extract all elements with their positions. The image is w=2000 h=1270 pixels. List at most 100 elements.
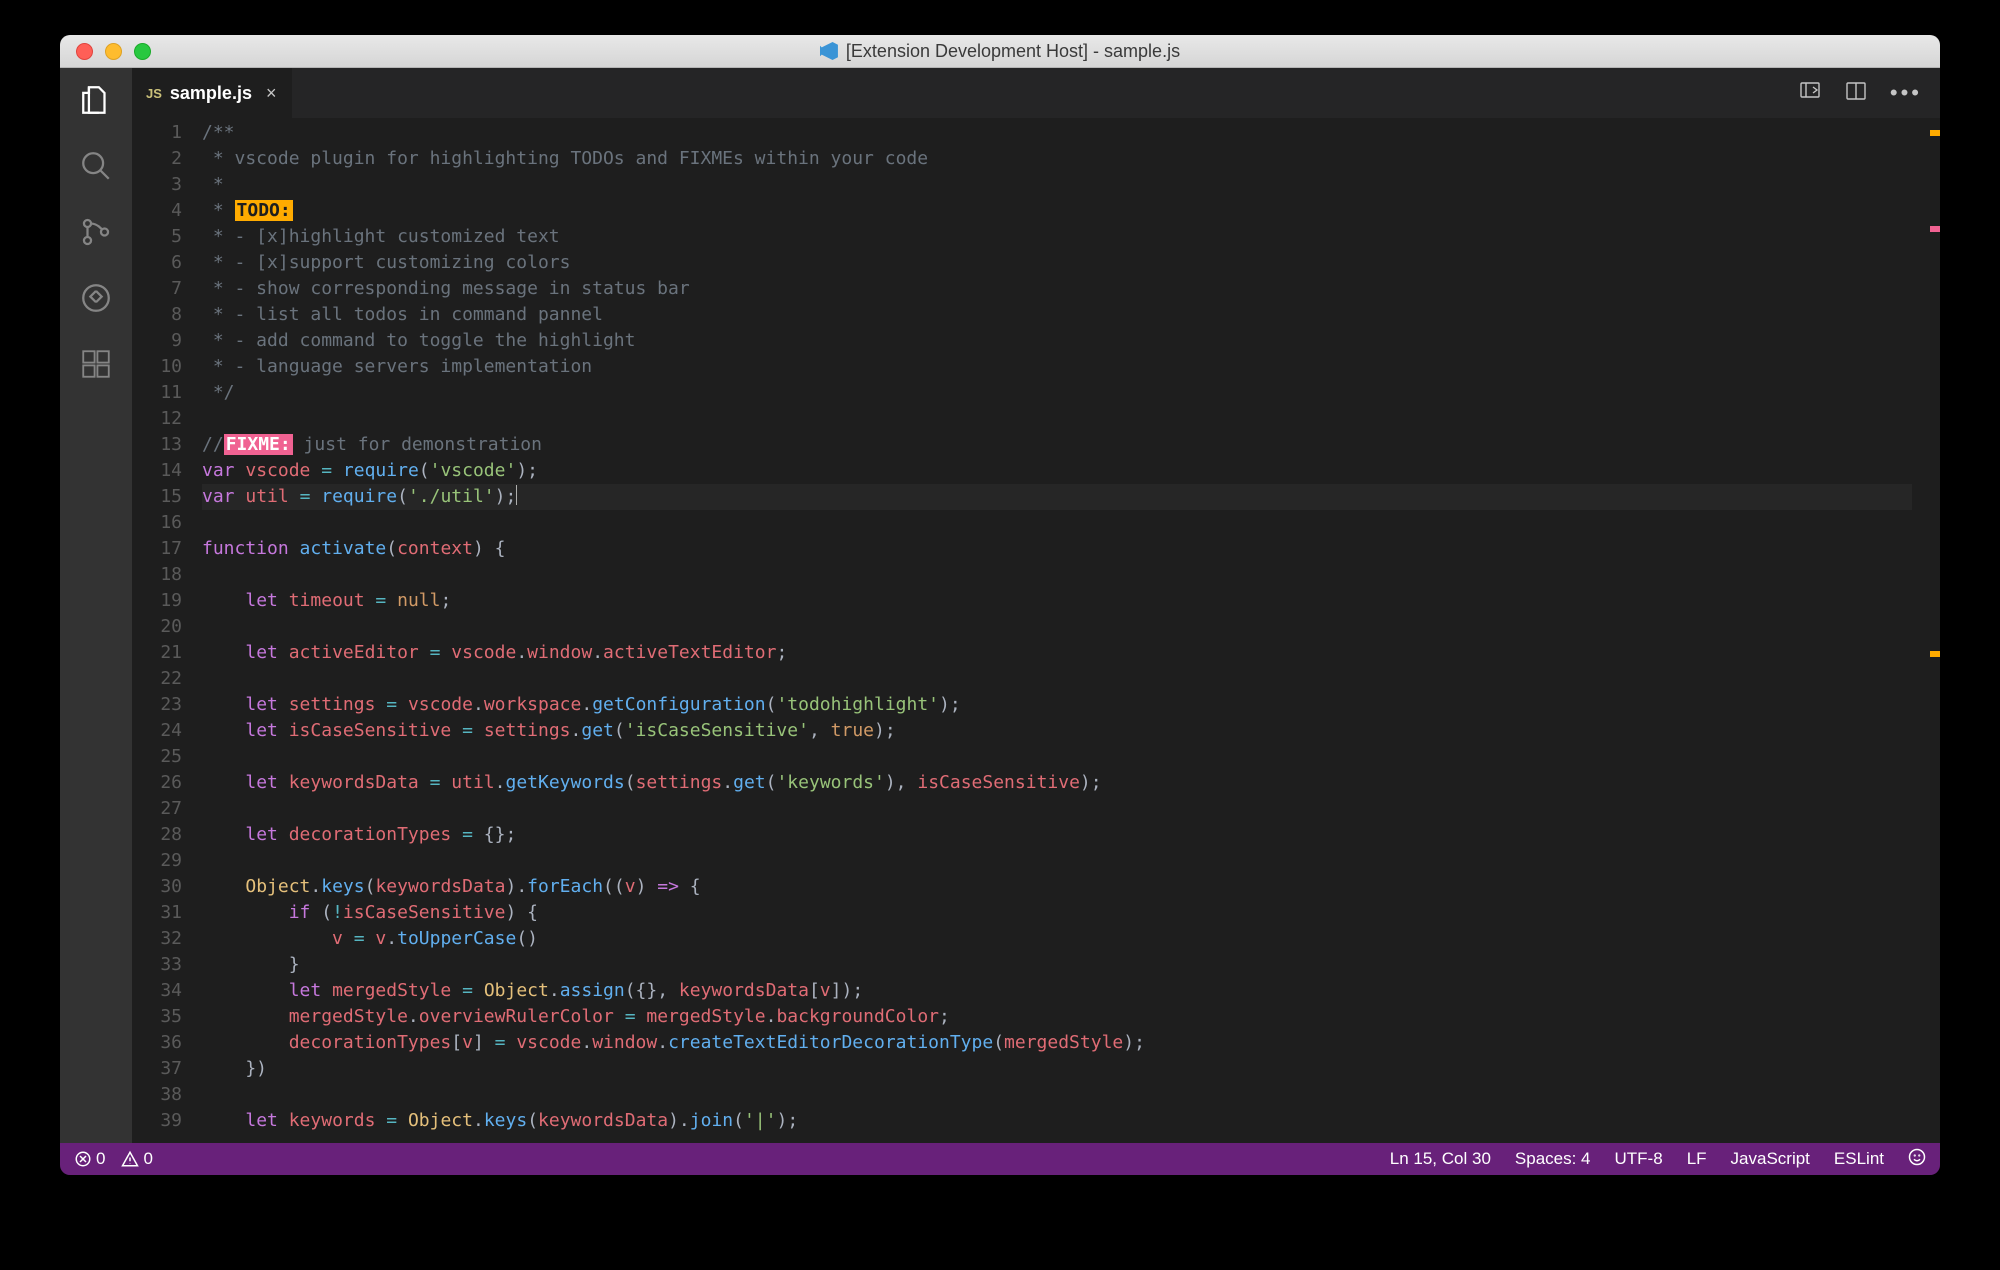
activity-bar bbox=[60, 68, 132, 1143]
code-line[interactable]: if (!isCaseSensitive) { bbox=[202, 900, 1926, 926]
line-number: 19 bbox=[132, 588, 182, 614]
code-line[interactable] bbox=[202, 1082, 1926, 1108]
code-line[interactable] bbox=[202, 848, 1926, 874]
line-number: 17 bbox=[132, 536, 182, 562]
split-editor-icon[interactable] bbox=[1844, 79, 1868, 108]
code-line[interactable]: * - [x]support customizing colors bbox=[202, 250, 1926, 276]
line-number: 4 bbox=[132, 198, 182, 224]
code-line[interactable]: //FIXME: just for demonstration bbox=[202, 432, 1926, 458]
code-line[interactable]: * - language servers implementation bbox=[202, 354, 1926, 380]
encoding[interactable]: UTF-8 bbox=[1615, 1149, 1663, 1169]
code-line[interactable]: let timeout = null; bbox=[202, 588, 1926, 614]
code-line[interactable]: let activeEditor = vscode.window.activeT… bbox=[202, 640, 1926, 666]
search-icon[interactable] bbox=[78, 148, 114, 184]
tab-sample-js[interactable]: JS sample.js × bbox=[132, 68, 293, 118]
titlebar: [Extension Development Host] - sample.js bbox=[60, 35, 1940, 68]
code-line[interactable]: Object.keys(keywordsData).forEach((v) =>… bbox=[202, 874, 1926, 900]
code-line[interactable]: mergedStyle.overviewRulerColor = mergedS… bbox=[202, 1004, 1926, 1030]
code-line[interactable] bbox=[202, 744, 1926, 770]
explorer-icon[interactable] bbox=[78, 82, 114, 118]
minimize-window-button[interactable] bbox=[105, 43, 122, 60]
close-tab-icon[interactable]: × bbox=[266, 83, 277, 104]
code-line[interactable]: */ bbox=[202, 380, 1926, 406]
window-controls bbox=[60, 43, 151, 60]
line-number: 31 bbox=[132, 900, 182, 926]
fixme-highlight: FIXME: bbox=[224, 434, 293, 455]
editor-actions: ••• bbox=[1798, 68, 1940, 118]
code-line[interactable]: * - show corresponding message in status… bbox=[202, 276, 1926, 302]
zoom-window-button[interactable] bbox=[134, 43, 151, 60]
code-line[interactable]: var vscode = require('vscode'); bbox=[202, 458, 1926, 484]
code-line[interactable]: * - add command to toggle the highlight bbox=[202, 328, 1926, 354]
indentation[interactable]: Spaces: 4 bbox=[1515, 1149, 1591, 1169]
line-number: 21 bbox=[132, 640, 182, 666]
line-number: 10 bbox=[132, 354, 182, 380]
line-number: 28 bbox=[132, 822, 182, 848]
text-cursor bbox=[516, 485, 517, 505]
debug-icon[interactable] bbox=[78, 280, 114, 316]
code-content[interactable]: /** * vscode plugin for highlighting TOD… bbox=[202, 118, 1926, 1143]
warnings-count: 0 bbox=[143, 1149, 152, 1169]
code-line[interactable] bbox=[202, 614, 1926, 640]
code-line[interactable]: let decorationTypes = {}; bbox=[202, 822, 1926, 848]
code-line[interactable]: v = v.toUpperCase() bbox=[202, 926, 1926, 952]
code-line[interactable]: * TODO: bbox=[202, 198, 1926, 224]
code-line[interactable]: let settings = vscode.workspace.getConfi… bbox=[202, 692, 1926, 718]
ruler-mark[interactable] bbox=[1930, 226, 1940, 232]
errors-badge[interactable]: 0 bbox=[74, 1149, 105, 1169]
line-number: 35 bbox=[132, 1004, 182, 1030]
extensions-icon[interactable] bbox=[78, 346, 114, 382]
code-line[interactable] bbox=[202, 796, 1926, 822]
code-line[interactable] bbox=[202, 510, 1926, 536]
code-line[interactable] bbox=[202, 562, 1926, 588]
code-editor[interactable]: 1234567891011121314151617181920212223242… bbox=[132, 118, 1940, 1143]
more-actions-icon[interactable]: ••• bbox=[1890, 80, 1922, 106]
code-line[interactable]: let mergedStyle = Object.assign({}, keyw… bbox=[202, 978, 1926, 1004]
warnings-badge[interactable]: 0 bbox=[121, 1149, 152, 1169]
line-number: 26 bbox=[132, 770, 182, 796]
line-number-gutter: 1234567891011121314151617181920212223242… bbox=[132, 118, 202, 1143]
line-number: 36 bbox=[132, 1030, 182, 1056]
code-line[interactable] bbox=[202, 406, 1926, 432]
line-number: 12 bbox=[132, 406, 182, 432]
line-number: 37 bbox=[132, 1056, 182, 1082]
code-line[interactable]: } bbox=[202, 952, 1926, 978]
main-area: JS sample.js × ••• 123456789101112131415… bbox=[60, 68, 1940, 1143]
close-window-button[interactable] bbox=[76, 43, 93, 60]
code-line[interactable]: let keywords = Object.keys(keywordsData)… bbox=[202, 1108, 1926, 1134]
code-line[interactable]: * - [x]highlight customized text bbox=[202, 224, 1926, 250]
status-bar: 0 0 Ln 15, Col 30 Spaces: 4 UTF-8 LF Jav… bbox=[60, 1143, 1940, 1175]
line-number: 32 bbox=[132, 926, 182, 952]
code-line[interactable]: * bbox=[202, 172, 1926, 198]
line-number: 34 bbox=[132, 978, 182, 1004]
errors-count: 0 bbox=[96, 1149, 105, 1169]
line-number: 30 bbox=[132, 874, 182, 900]
app-window: [Extension Development Host] - sample.js bbox=[60, 35, 1940, 1175]
line-number: 16 bbox=[132, 510, 182, 536]
js-file-icon: JS bbox=[146, 86, 162, 101]
line-number: 38 bbox=[132, 1082, 182, 1108]
feedback-icon[interactable] bbox=[1908, 1148, 1926, 1171]
line-number: 9 bbox=[132, 328, 182, 354]
code-line[interactable]: let keywordsData = util.getKeywords(sett… bbox=[202, 770, 1926, 796]
code-line[interactable]: /** bbox=[202, 120, 1926, 146]
overview-ruler[interactable] bbox=[1926, 118, 1940, 1143]
code-line[interactable]: }) bbox=[202, 1056, 1926, 1082]
code-line[interactable]: * vscode plugin for highlighting TODOs a… bbox=[202, 146, 1926, 172]
line-number: 24 bbox=[132, 718, 182, 744]
cursor-position[interactable]: Ln 15, Col 30 bbox=[1390, 1149, 1491, 1169]
code-line[interactable]: function activate(context) { bbox=[202, 536, 1926, 562]
code-line[interactable]: * - list all todos in command pannel bbox=[202, 302, 1926, 328]
code-line[interactable]: decorationTypes[v] = vscode.window.creat… bbox=[202, 1030, 1926, 1056]
code-line[interactable]: let isCaseSensitive = settings.get('isCa… bbox=[202, 718, 1926, 744]
open-preview-icon[interactable] bbox=[1798, 79, 1822, 108]
eol[interactable]: LF bbox=[1687, 1149, 1707, 1169]
code-line[interactable] bbox=[202, 666, 1926, 692]
source-control-icon[interactable] bbox=[78, 214, 114, 250]
line-number: 6 bbox=[132, 250, 182, 276]
linter-status[interactable]: ESLint bbox=[1834, 1149, 1884, 1169]
language-mode[interactable]: JavaScript bbox=[1731, 1149, 1810, 1169]
ruler-mark[interactable] bbox=[1930, 651, 1940, 657]
line-number: 20 bbox=[132, 614, 182, 640]
ruler-mark[interactable] bbox=[1930, 130, 1940, 136]
